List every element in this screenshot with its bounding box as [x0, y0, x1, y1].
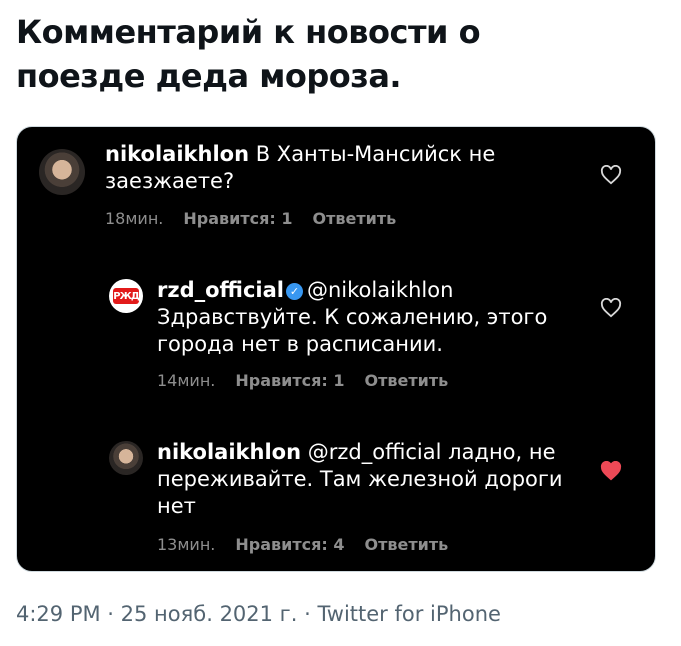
- comment-text: В Ханты-Мансийск не: [249, 142, 496, 166]
- heart-icon[interactable]: [600, 165, 622, 185]
- tweet-text-line-2: поезде деда мороза.: [16, 57, 402, 95]
- tweet-text: Комментарий к новости о поезде деда моро…: [16, 10, 656, 98]
- comment-time: 18мин.: [105, 209, 164, 228]
- verified-icon: ✓: [285, 283, 303, 300]
- comment-3: nikolaikhlon @rzd_official ладно, не пер…: [17, 419, 655, 569]
- avatar[interactable]: [109, 441, 143, 475]
- reply-button[interactable]: Ответить: [364, 371, 448, 390]
- comment-text: переживайте. Там железной дороги: [157, 467, 563, 491]
- comment-text: ладно, не: [441, 440, 556, 464]
- heart-icon[interactable]: [600, 298, 622, 318]
- rzd-logo-text: РЖД: [113, 290, 140, 302]
- comment-body: nikolaikhlon В Ханты-Мансийск не заезжае…: [105, 141, 565, 195]
- comment-text: Здравствуйте. К сожалению, этого: [157, 305, 548, 329]
- comment-text: города нет в расписании.: [157, 332, 443, 356]
- reply-button[interactable]: Ответить: [312, 209, 396, 228]
- avatar[interactable]: [39, 149, 85, 195]
- likes-count[interactable]: Нравится: 4: [235, 535, 344, 554]
- heart-filled-icon[interactable]: [600, 461, 622, 481]
- tweet-time[interactable]: 4:29 PM: [16, 602, 101, 626]
- comment-text: нет: [157, 494, 196, 518]
- separator: ·: [100, 602, 121, 626]
- reply-button[interactable]: Ответить: [364, 535, 448, 554]
- comment-meta: 18мин. Нравится: 1 Ответить: [105, 209, 416, 228]
- tweet-footer: 4:29 PM · 25 нояб. 2021 г. · Twitter for…: [16, 602, 501, 626]
- tweet-date[interactable]: 25 нояб. 2021 г.: [121, 602, 298, 626]
- likes-count[interactable]: Нравится: 1: [183, 209, 292, 228]
- comment-body: rzd_official ✓ @nikolaikhlon Здравствуйте.…: [157, 277, 597, 358]
- likes-count[interactable]: Нравится: 1: [235, 371, 344, 390]
- comment-time: 13мин.: [157, 535, 216, 554]
- comment-username[interactable]: rzd_official: [157, 278, 284, 302]
- tweet-source[interactable]: Twitter for iPhone: [317, 602, 501, 626]
- comment-1: nikolaikhlon В Ханты-Мансийск не заезжае…: [17, 127, 655, 247]
- tweet-text-line-1: Комментарий к новости о: [16, 13, 481, 51]
- comment-mention[interactable]: @nikolaikhlon: [307, 278, 453, 302]
- comment-text: заезжаете?: [105, 169, 235, 193]
- avatar[interactable]: РЖД: [109, 279, 143, 313]
- comment-2: РЖД rzd_official ✓ @nikolaikhlon Здравству…: [17, 257, 655, 397]
- comment-username[interactable]: nikolaikhlon: [157, 440, 301, 464]
- comment-meta: 13мин. Нравится: 4 Ответить: [157, 535, 468, 554]
- comment-mention[interactable]: @rzd_official: [308, 440, 442, 464]
- comment-meta: 14мин. Нравится: 1 Ответить: [157, 371, 468, 390]
- comment-time: 14мин.: [157, 371, 216, 390]
- comment-username[interactable]: nikolaikhlon: [105, 142, 249, 166]
- rzd-logo-icon: РЖД: [113, 288, 140, 304]
- comment-body: nikolaikhlon @rzd_official ладно, не пер…: [157, 439, 597, 520]
- separator: ·: [297, 602, 318, 626]
- embedded-screenshot[interactable]: nikolaikhlon В Ханты-Мансийск не заезжае…: [16, 126, 656, 572]
